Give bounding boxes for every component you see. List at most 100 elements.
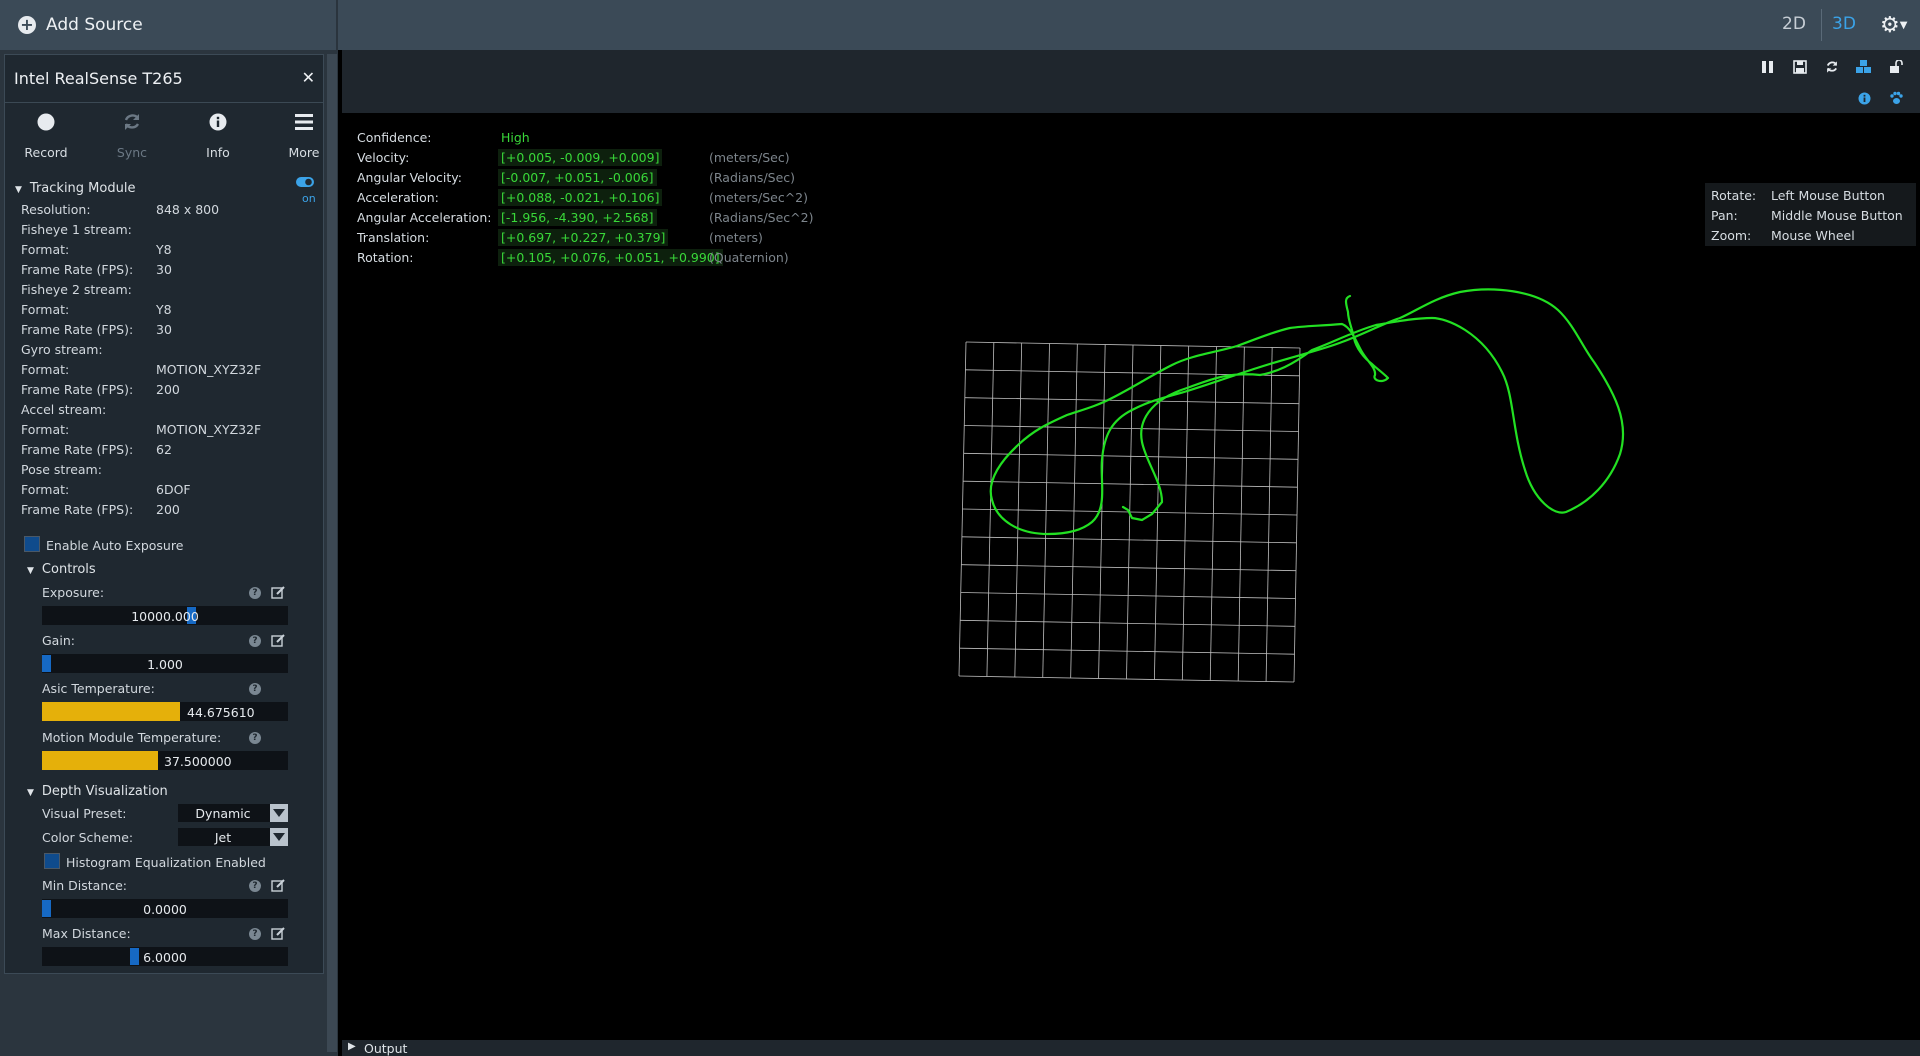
info-value: 30 (156, 322, 172, 337)
auto-exposure-label: Enable Auto Exposure (46, 538, 184, 553)
info-key: Frame Rate (FPS): (21, 382, 134, 397)
controls-header[interactable]: ▼ Controls (27, 562, 96, 577)
info-value: 200 (156, 382, 180, 397)
info-key: Frame Rate (FPS): (21, 442, 134, 457)
sidebar-scrollbar[interactable] (327, 54, 337, 1052)
info-value: Y8 (156, 242, 172, 257)
info-key: Format: (21, 242, 70, 257)
help-icon[interactable]: ? (249, 732, 261, 744)
gain-value: 1.000 (147, 657, 183, 672)
device-header: Intel RealSense T265 ✕ (5, 55, 323, 103)
info-icon (183, 111, 253, 133)
info-value: Y8 (156, 302, 172, 317)
3d-viewer[interactable]: Confidence: High Velocity: [+0.005, -0.009,… (342, 50, 1920, 1040)
help-value: Middle Mouse Button (1771, 208, 1903, 223)
info-key: Gyro stream: (21, 342, 103, 357)
pose-unit: (meters/Sec) (709, 150, 790, 165)
settings-gear-icon[interactable]: ⚙▼ (1880, 13, 1907, 38)
view-3d-button[interactable]: 3D (1832, 14, 1856, 34)
gain-slider[interactable]: 1.000 (42, 654, 288, 673)
chevron-down-icon[interactable] (270, 828, 288, 846)
motion-temperature-label: Motion Module Temperature: (42, 730, 222, 745)
info-value: 30 (156, 262, 172, 277)
tracking-module-header[interactable]: ▼ Tracking Module (15, 181, 135, 196)
pose-key: Acceleration: (357, 190, 439, 205)
edit-icon[interactable] (271, 633, 285, 647)
toggle-switch-icon[interactable] (296, 176, 314, 188)
stream-info-row: Format: Y8 (21, 242, 172, 257)
edit-icon[interactable] (271, 878, 285, 892)
info-key: Format: (21, 422, 70, 437)
info-label: Info (206, 145, 230, 160)
stream-info-row: Accel stream: (21, 402, 106, 417)
output-label: Output (364, 1041, 408, 1056)
info-key: Format: (21, 302, 70, 317)
record-button[interactable]: Record (11, 111, 81, 160)
add-source-button[interactable]: + Add Source (0, 0, 338, 50)
stream-info-row: Format: 6DOF (21, 482, 191, 497)
info-value: MOTION_XYZ32F (156, 422, 262, 437)
info-key: Accel stream: (21, 402, 107, 417)
max-distance-label: Max Distance: (42, 926, 131, 941)
save-icon[interactable] (1791, 58, 1809, 76)
help-icon[interactable]: ? (249, 587, 261, 599)
more-button[interactable]: More (269, 111, 339, 160)
unlock-icon[interactable] (1887, 58, 1905, 76)
sync-button[interactable]: Sync (97, 111, 167, 160)
visual-preset-value: Dynamic (195, 806, 251, 821)
depth-visualization-title: Depth Visualization (41, 784, 168, 799)
pose-unit: (Quaternion) (709, 250, 789, 265)
help-icon[interactable]: ? (249, 683, 261, 695)
view-2d-button[interactable]: 2D (1782, 14, 1806, 34)
histogram-equalization-checkbox[interactable] (44, 853, 60, 869)
depth-visualization-header[interactable]: ▼ Depth Visualization (27, 784, 168, 799)
pose-value: High (501, 130, 530, 145)
info-value: 848 x 800 (156, 202, 220, 217)
pause-icon[interactable] (1759, 58, 1777, 76)
info-value: 6DOF (156, 482, 191, 497)
chevron-down-icon[interactable] (270, 804, 288, 822)
info-key: Format: (21, 362, 70, 377)
edit-icon[interactable] (271, 926, 285, 940)
help-icon[interactable]: ? (249, 635, 261, 647)
exposure-slider[interactable]: 10000.000 (42, 606, 288, 625)
exposure-value: 10000.000 (131, 609, 199, 624)
max-distance-value: 6.0000 (143, 950, 187, 965)
stream-info-row: Frame Rate (FPS): 200 (21, 382, 180, 397)
min-distance-slider[interactable]: 0.0000 (42, 899, 288, 918)
pose-key: Angular Velocity: (357, 170, 462, 185)
color-scheme-value: Jet (214, 830, 232, 845)
edit-icon[interactable] (271, 585, 285, 599)
info-key: Fisheye 2 stream: (21, 282, 132, 297)
info-icon[interactable] (1855, 89, 1873, 107)
temperature-fill (42, 702, 180, 721)
paw-icon[interactable] (1887, 89, 1905, 107)
tracking-module-title: Tracking Module (29, 181, 136, 196)
auto-exposure-checkbox[interactable] (24, 536, 40, 552)
visual-preset-label: Visual Preset: (42, 806, 127, 821)
output-panel-toggle[interactable]: ▶ Output (342, 1040, 1920, 1056)
visual-preset-select[interactable]: Dynamic (178, 804, 288, 822)
pose-value: [-0.007, +0.051, -0.006] (498, 169, 657, 186)
pose-key: Angular Acceleration: (357, 210, 492, 225)
help-key: Zoom: (1711, 228, 1752, 243)
help-icon[interactable]: ? (249, 880, 261, 892)
max-distance-slider[interactable]: 6.0000 (42, 947, 288, 966)
help-key: Rotate: (1711, 188, 1757, 203)
cubes-icon[interactable] (1855, 58, 1873, 76)
help-value: Left Mouse Button (1771, 188, 1885, 203)
expand-triangle-icon: ▼ (27, 788, 34, 798)
close-icon[interactable]: ✕ (302, 68, 315, 87)
record-icon (11, 111, 81, 133)
info-button[interactable]: Info (183, 111, 253, 160)
reset-icon[interactable] (1823, 58, 1841, 76)
stream-info-row: Frame Rate (FPS): 62 (21, 442, 172, 457)
pose-value: [+0.697, +0.227, +0.379] (498, 229, 669, 246)
help-icon[interactable]: ? (249, 928, 261, 940)
info-key: Frame Rate (FPS): (21, 502, 134, 517)
color-scheme-select[interactable]: Jet (178, 828, 288, 846)
gain-label: Gain: (42, 633, 75, 648)
pose-value: [+0.088, -0.021, +0.106] (498, 189, 663, 206)
info-key: Fisheye 1 stream: (21, 222, 132, 237)
pose-key: Velocity: (357, 150, 410, 165)
